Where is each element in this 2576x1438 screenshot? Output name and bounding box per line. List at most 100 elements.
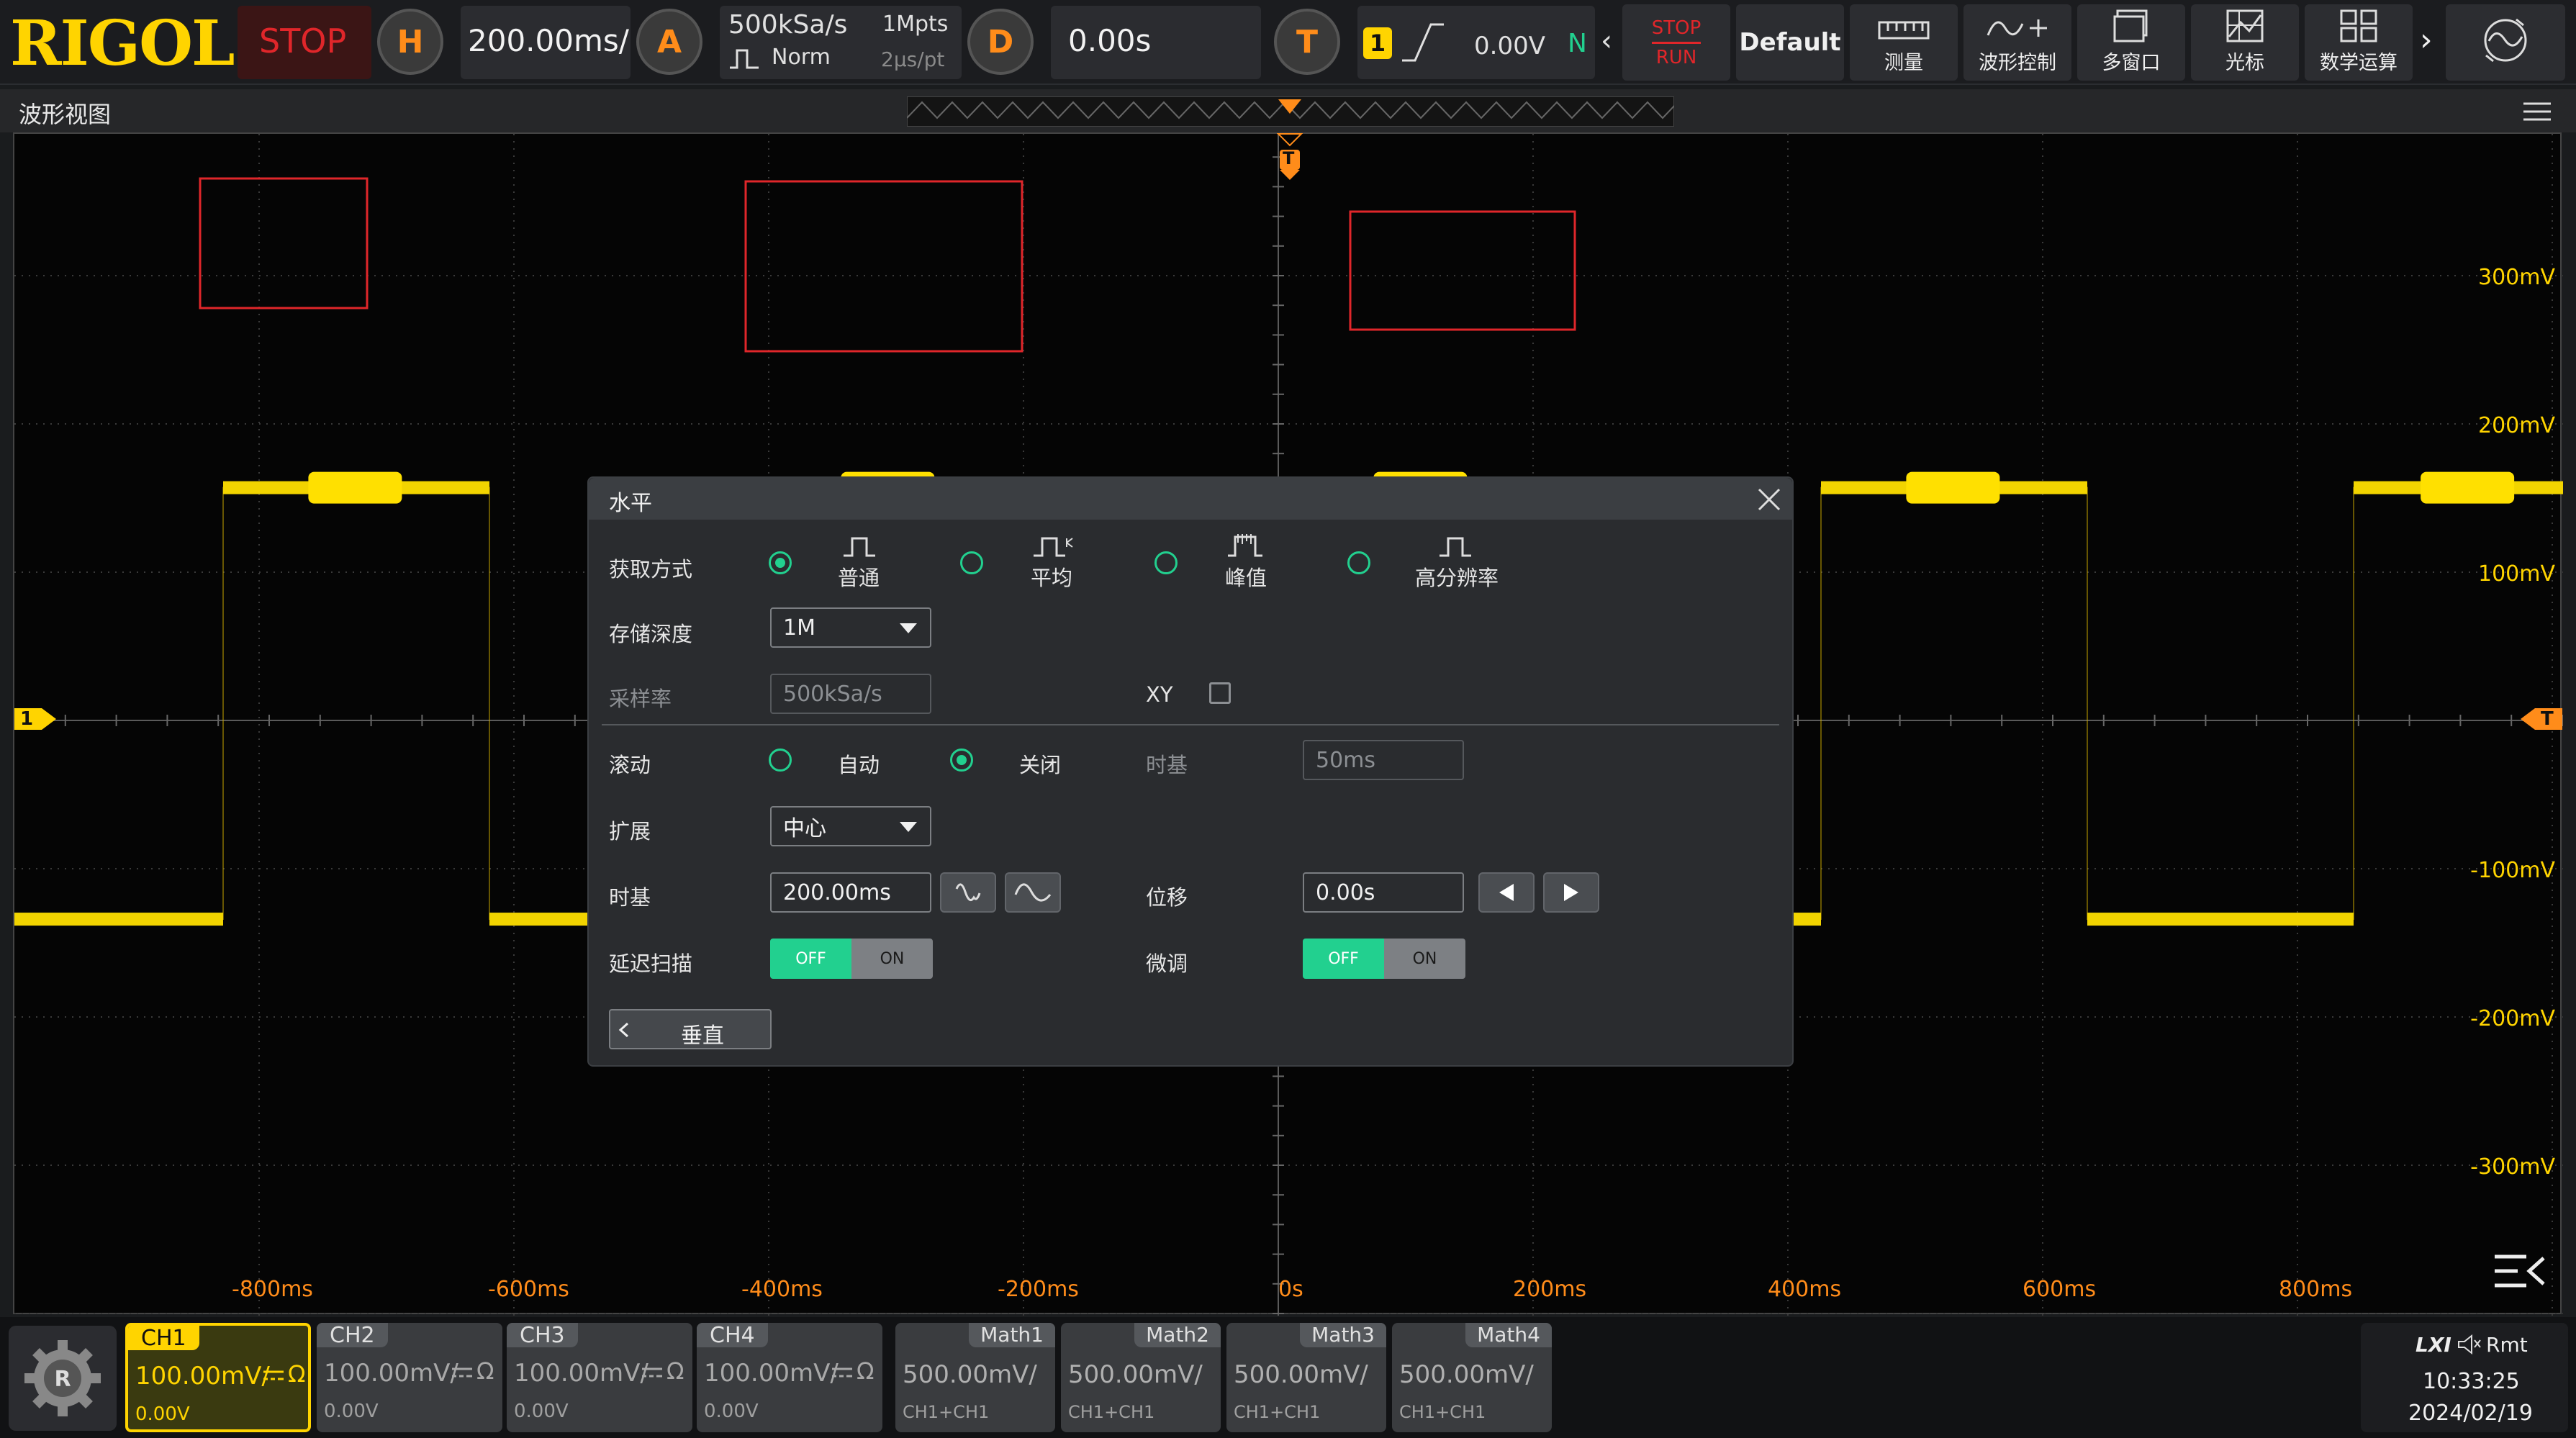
acq-normal-radio[interactable] <box>769 551 792 574</box>
acquire-mode: Norm <box>772 45 831 70</box>
ch1-tile[interactable]: CH1 100.00mV/ Ω 0.00V <box>125 1323 311 1432</box>
fine-on: ON <box>1384 939 1465 979</box>
highres-acq-icon <box>1440 537 1471 557</box>
waveform-control-button[interactable]: 波形控制 <box>1963 4 2071 81</box>
fine-label: 微调 <box>1146 951 1188 976</box>
delay-scan-toggle[interactable]: OFF ON <box>770 939 933 979</box>
math4-tile[interactable]: Math4 500.00mV/ CH1+CH1 <box>1392 1323 1552 1432</box>
y-tick-neg300: -300mV <box>2470 1154 2555 1180</box>
remote-status: Rmt <box>2486 1333 2528 1357</box>
acquire-badge[interactable]: A <box>636 9 702 75</box>
ch1-offset-marker[interactable]: 1 <box>13 707 58 731</box>
toolbar-scroll-left[interactable]: ‹ <box>1601 24 1612 58</box>
multi-window-button[interactable]: 多窗口 <box>2077 4 2185 81</box>
timebase-fine-button[interactable] <box>1005 872 1061 913</box>
math-grid-icon <box>2340 9 2377 42</box>
fine-off: OFF <box>1303 939 1384 979</box>
waveform-view-title: 波形视图 <box>19 101 112 128</box>
position-label: 位移 <box>1146 885 1188 910</box>
ch2-impedance: Ω <box>476 1357 494 1385</box>
acq-highres-label: 高分辨率 <box>1415 566 1499 590</box>
ch2-tile[interactable]: CH2 100.00mV/ Ω 0.00V <box>317 1323 502 1432</box>
delay-value: 0.00s <box>1068 23 1152 58</box>
acq-normal-label: 普通 <box>838 566 880 590</box>
math3-tile[interactable]: Math3 500.00mV/ CH1+CH1 <box>1226 1323 1386 1432</box>
math1-scale: 500.00mV/ <box>903 1360 1037 1389</box>
default-label: Default <box>1739 28 1841 57</box>
acq-highres-radio[interactable] <box>1347 551 1370 574</box>
display-settings-button[interactable] <box>2446 4 2565 81</box>
stop-run-button[interactable]: STOP RUN <box>1622 4 1730 81</box>
cursor-icon <box>2226 9 2264 42</box>
expand-select[interactable]: 中心 <box>770 806 931 846</box>
top-status-bar: RIGOL STOP H 200.00ms/ A 500kSa/s 1Mpts … <box>0 0 2576 85</box>
time-per-point: 2μs/pt <box>881 48 945 71</box>
position-left-button[interactable] <box>1478 872 1535 913</box>
depth-value: 1M <box>783 615 815 641</box>
timebase-value: 200.00ms/ <box>468 23 629 58</box>
toolbar-scroll-right[interactable]: › <box>2420 22 2433 58</box>
xy-label: XY <box>1146 682 1173 707</box>
run-state-label: STOP <box>259 22 347 60</box>
cursor-button[interactable]: 光标 <box>2191 4 2299 81</box>
peak-acq-icon <box>1228 534 1262 557</box>
ch4-scale: 100.00mV/ <box>704 1359 839 1388</box>
y-tick-neg200: -200mV <box>2470 1006 2555 1031</box>
math1-source: CH1+CH1 <box>903 1402 990 1422</box>
roll-auto-radio[interactable] <box>769 749 792 772</box>
math3-source: CH1+CH1 <box>1234 1402 1321 1422</box>
delay-badge[interactable]: D <box>967 9 1034 75</box>
y-tick-300: 300mV <box>2477 265 2555 290</box>
trigger-badge[interactable]: T <box>1274 9 1340 75</box>
normal-acq-icon <box>844 537 875 557</box>
trigger-level-marker[interactable]: T <box>2519 707 2564 731</box>
default-button[interactable]: Default <box>1736 4 1844 81</box>
dialog-title: 水平 <box>609 491 652 516</box>
acq-average-radio[interactable] <box>960 551 983 574</box>
coarse-wave-icon <box>955 883 981 902</box>
position-input[interactable]: 0.00s <box>1303 872 1464 913</box>
ch3-name: CH3 <box>507 1323 578 1348</box>
wave-move-icon <box>1987 19 2047 37</box>
math1-tile[interactable]: Math1 500.00mV/ CH1+CH1 <box>895 1323 1055 1432</box>
waveform-view-header: 波形视图 <box>0 89 2576 132</box>
roll-label: 滚动 <box>609 753 651 777</box>
acq-peak-radio[interactable] <box>1154 551 1178 574</box>
timebase-coarse-button[interactable] <box>940 872 996 913</box>
stop-run-run: RUN <box>1655 46 1697 68</box>
x-tick-neg800: -800ms <box>232 1277 313 1302</box>
annotation-box <box>1349 210 1576 331</box>
ch4-name: CH4 <box>697 1323 768 1348</box>
math-button[interactable]: 数学运算 <box>2305 4 2413 81</box>
trigger-mode: N <box>1568 29 1587 58</box>
depth-select[interactable]: 1M <box>770 607 931 648</box>
gear-icon: R <box>24 1340 101 1416</box>
vertical-back-button[interactable]: 垂直 <box>609 1009 772 1049</box>
position-right-button[interactable] <box>1543 872 1599 913</box>
close-icon[interactable] <box>1756 487 1782 512</box>
ch3-tile[interactable]: CH3 100.00mV/ Ω 0.00V <box>507 1323 692 1432</box>
measure-button[interactable]: 测量 <box>1850 4 1958 81</box>
x-tick-800: 800ms <box>2279 1277 2353 1302</box>
math2-name: Math2 <box>1134 1323 1221 1347</box>
clock-date: 2024/02/19 <box>2408 1401 2533 1426</box>
ch4-tile[interactable]: CH4 100.00mV/ Ω 0.00V <box>697 1323 882 1432</box>
home-gear-button[interactable]: R <box>9 1326 117 1431</box>
xy-checkbox[interactable] <box>1209 682 1231 704</box>
ch1-trace-segment <box>2087 913 2354 926</box>
y-tick-neg100: -100mV <box>2470 858 2555 883</box>
trigger-source: 1 <box>1363 27 1392 59</box>
math2-tile[interactable]: Math2 500.00mV/ CH1+CH1 <box>1061 1323 1221 1432</box>
math2-scale: 500.00mV/ <box>1068 1360 1203 1389</box>
delay-scan-on: ON <box>851 939 933 979</box>
horizontal-badge[interactable]: H <box>377 9 443 75</box>
timebase-input[interactable]: 200.00ms <box>770 872 931 913</box>
roll-off-radio[interactable] <box>950 749 973 772</box>
ch3-impedance: Ω <box>666 1357 684 1385</box>
fine-toggle[interactable]: OFF ON <box>1303 939 1465 979</box>
collapse-menu-icon[interactable] <box>2492 1251 2546 1291</box>
menu-icon[interactable] <box>2522 101 2552 122</box>
math1-name: Math1 <box>969 1323 1055 1347</box>
acq-peak-label: 峰值 <box>1225 566 1267 590</box>
math4-name: Math4 <box>1465 1323 1552 1347</box>
